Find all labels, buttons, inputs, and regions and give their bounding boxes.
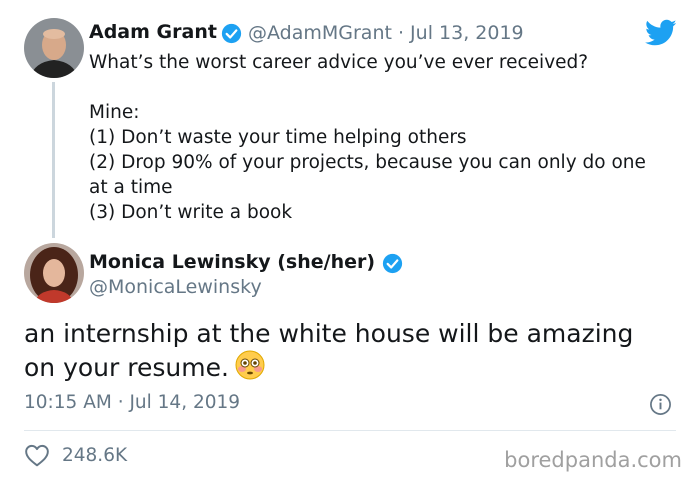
reply-line-text: on your resume. [24, 353, 229, 382]
tweet-line: Mine: [89, 102, 140, 123]
author-handle[interactable]: @MonicaLewinsky [89, 276, 262, 298]
author-name[interactable]: Monica Lewinsky (she/her) [89, 251, 375, 273]
flushed-face-emoji-icon [235, 350, 265, 380]
original-tweet-text: What’s the worst career advice you’ve ev… [89, 50, 646, 225]
adam-grant-avatar[interactable] [24, 18, 84, 78]
tweet-line: (3) Don’t write a book [89, 202, 293, 223]
like-button[interactable]: 248.6K [24, 443, 127, 467]
like-count: 248.6K [62, 444, 128, 466]
author-handle-date[interactable]: @AdamMGrant · Jul 13, 2019 [248, 22, 524, 44]
tweet-timestamp[interactable]: 10:15 AM · Jul 14, 2019 [24, 392, 240, 413]
reply-line-2: on your resume. [24, 350, 633, 384]
monica-lewinsky-avatar[interactable] [24, 243, 84, 303]
divider [24, 430, 676, 431]
tweet-line: (2) Drop 90% of your projects, because y… [89, 152, 646, 173]
tweet-line: What’s the worst career advice you’ve ev… [89, 52, 589, 73]
tweet-line: at a time [89, 177, 173, 198]
watermark: boredpanda.com [504, 448, 682, 472]
verified-badge-icon [382, 253, 403, 274]
twitter-bird-icon [645, 19, 677, 46]
info-icon[interactable] [649, 393, 672, 416]
tweet-line: (1) Don’t waste your time helping others [89, 127, 467, 148]
verified-badge-icon [221, 23, 242, 44]
thread-connector-line [52, 82, 55, 238]
author-name[interactable]: Adam Grant [89, 21, 217, 43]
reply-tweet-text: an internship at the white house will be… [24, 318, 633, 384]
reply-line: an internship at the white house will be… [24, 319, 634, 348]
heart-icon [25, 444, 49, 467]
